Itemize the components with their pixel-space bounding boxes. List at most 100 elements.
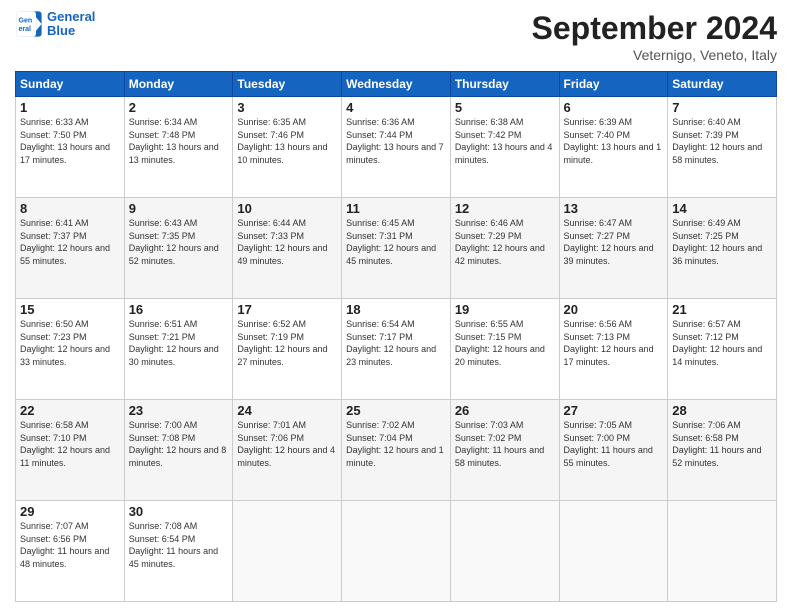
day-info: Sunrise: 6:51 AMSunset: 7:21 PMDaylight:… [129, 318, 229, 368]
day-number: 20 [564, 302, 664, 317]
calendar-cell: 24Sunrise: 7:01 AMSunset: 7:06 PMDayligh… [233, 400, 342, 501]
calendar-cell: 17Sunrise: 6:52 AMSunset: 7:19 PMDayligh… [233, 299, 342, 400]
day-info: Sunrise: 6:39 AMSunset: 7:40 PMDaylight:… [564, 116, 664, 166]
header-thursday: Thursday [450, 72, 559, 97]
calendar-cell [559, 501, 668, 602]
calendar-cell: 21Sunrise: 6:57 AMSunset: 7:12 PMDayligh… [668, 299, 777, 400]
day-info: Sunrise: 6:41 AMSunset: 7:37 PMDaylight:… [20, 217, 120, 267]
day-number: 19 [455, 302, 555, 317]
calendar-cell: 30Sunrise: 7:08 AMSunset: 6:54 PMDayligh… [124, 501, 233, 602]
day-info: Sunrise: 7:01 AMSunset: 7:06 PMDaylight:… [237, 419, 337, 469]
calendar-cell: 6Sunrise: 6:39 AMSunset: 7:40 PMDaylight… [559, 97, 668, 198]
day-number: 3 [237, 100, 337, 115]
calendar-cell: 7Sunrise: 6:40 AMSunset: 7:39 PMDaylight… [668, 97, 777, 198]
day-info: Sunrise: 7:05 AMSunset: 7:00 PMDaylight:… [564, 419, 664, 469]
day-info: Sunrise: 6:40 AMSunset: 7:39 PMDaylight:… [672, 116, 772, 166]
day-info: Sunrise: 7:07 AMSunset: 6:56 PMDaylight:… [20, 520, 120, 570]
calendar-cell [342, 501, 451, 602]
weekday-header-row: Sunday Monday Tuesday Wednesday Thursday… [16, 72, 777, 97]
day-number: 5 [455, 100, 555, 115]
day-number: 9 [129, 201, 229, 216]
calendar-cell: 16Sunrise: 6:51 AMSunset: 7:21 PMDayligh… [124, 299, 233, 400]
calendar-cell: 10Sunrise: 6:44 AMSunset: 7:33 PMDayligh… [233, 198, 342, 299]
calendar-week-row: 29Sunrise: 7:07 AMSunset: 6:56 PMDayligh… [16, 501, 777, 602]
calendar-cell: 11Sunrise: 6:45 AMSunset: 7:31 PMDayligh… [342, 198, 451, 299]
day-number: 27 [564, 403, 664, 418]
day-number: 1 [20, 100, 120, 115]
day-info: Sunrise: 6:36 AMSunset: 7:44 PMDaylight:… [346, 116, 446, 166]
day-info: Sunrise: 6:52 AMSunset: 7:19 PMDaylight:… [237, 318, 337, 368]
day-number: 25 [346, 403, 446, 418]
day-number: 24 [237, 403, 337, 418]
calendar-cell: 25Sunrise: 7:02 AMSunset: 7:04 PMDayligh… [342, 400, 451, 501]
calendar-cell: 3Sunrise: 6:35 AMSunset: 7:46 PMDaylight… [233, 97, 342, 198]
calendar-cell: 29Sunrise: 7:07 AMSunset: 6:56 PMDayligh… [16, 501, 125, 602]
day-number: 8 [20, 201, 120, 216]
header: Gen eral General Blue September 2024 Vet… [15, 10, 777, 63]
day-info: Sunrise: 7:02 AMSunset: 7:04 PMDaylight:… [346, 419, 446, 469]
day-info: Sunrise: 6:49 AMSunset: 7:25 PMDaylight:… [672, 217, 772, 267]
day-number: 21 [672, 302, 772, 317]
calendar-cell: 8Sunrise: 6:41 AMSunset: 7:37 PMDaylight… [16, 198, 125, 299]
header-tuesday: Tuesday [233, 72, 342, 97]
calendar-table: Sunday Monday Tuesday Wednesday Thursday… [15, 71, 777, 602]
day-info: Sunrise: 7:03 AMSunset: 7:02 PMDaylight:… [455, 419, 555, 469]
day-info: Sunrise: 7:08 AMSunset: 6:54 PMDaylight:… [129, 520, 229, 570]
calendar-week-row: 8Sunrise: 6:41 AMSunset: 7:37 PMDaylight… [16, 198, 777, 299]
calendar-week-row: 22Sunrise: 6:58 AMSunset: 7:10 PMDayligh… [16, 400, 777, 501]
calendar-cell: 15Sunrise: 6:50 AMSunset: 7:23 PMDayligh… [16, 299, 125, 400]
header-wednesday: Wednesday [342, 72, 451, 97]
day-number: 16 [129, 302, 229, 317]
day-number: 7 [672, 100, 772, 115]
month-title: September 2024 [532, 10, 777, 47]
day-info: Sunrise: 6:56 AMSunset: 7:13 PMDaylight:… [564, 318, 664, 368]
header-monday: Monday [124, 72, 233, 97]
calendar-cell [233, 501, 342, 602]
calendar-cell [450, 501, 559, 602]
calendar-cell: 19Sunrise: 6:55 AMSunset: 7:15 PMDayligh… [450, 299, 559, 400]
day-number: 30 [129, 504, 229, 519]
title-block: September 2024 Veternigo, Veneto, Italy [532, 10, 777, 63]
day-number: 22 [20, 403, 120, 418]
day-info: Sunrise: 7:06 AMSunset: 6:58 PMDaylight:… [672, 419, 772, 469]
day-info: Sunrise: 6:46 AMSunset: 7:29 PMDaylight:… [455, 217, 555, 267]
svg-text:eral: eral [19, 26, 32, 33]
calendar-week-row: 15Sunrise: 6:50 AMSunset: 7:23 PMDayligh… [16, 299, 777, 400]
day-number: 18 [346, 302, 446, 317]
day-info: Sunrise: 6:38 AMSunset: 7:42 PMDaylight:… [455, 116, 555, 166]
header-saturday: Saturday [668, 72, 777, 97]
day-number: 14 [672, 201, 772, 216]
day-number: 29 [20, 504, 120, 519]
day-info: Sunrise: 6:43 AMSunset: 7:35 PMDaylight:… [129, 217, 229, 267]
day-info: Sunrise: 6:57 AMSunset: 7:12 PMDaylight:… [672, 318, 772, 368]
location: Veternigo, Veneto, Italy [532, 47, 777, 63]
svg-text:Gen: Gen [19, 18, 33, 25]
calendar-cell: 20Sunrise: 6:56 AMSunset: 7:13 PMDayligh… [559, 299, 668, 400]
calendar-cell: 2Sunrise: 6:34 AMSunset: 7:48 PMDaylight… [124, 97, 233, 198]
day-number: 6 [564, 100, 664, 115]
calendar-cell: 13Sunrise: 6:47 AMSunset: 7:27 PMDayligh… [559, 198, 668, 299]
logo: Gen eral General Blue [15, 10, 95, 39]
day-info: Sunrise: 6:45 AMSunset: 7:31 PMDaylight:… [346, 217, 446, 267]
day-info: Sunrise: 6:58 AMSunset: 7:10 PMDaylight:… [20, 419, 120, 469]
day-number: 10 [237, 201, 337, 216]
day-number: 13 [564, 201, 664, 216]
day-number: 17 [237, 302, 337, 317]
day-number: 15 [20, 302, 120, 317]
header-sunday: Sunday [16, 72, 125, 97]
calendar-cell: 27Sunrise: 7:05 AMSunset: 7:00 PMDayligh… [559, 400, 668, 501]
day-info: Sunrise: 7:00 AMSunset: 7:08 PMDaylight:… [129, 419, 229, 469]
calendar-cell: 18Sunrise: 6:54 AMSunset: 7:17 PMDayligh… [342, 299, 451, 400]
day-info: Sunrise: 6:44 AMSunset: 7:33 PMDaylight:… [237, 217, 337, 267]
day-number: 4 [346, 100, 446, 115]
calendar: Sunday Monday Tuesday Wednesday Thursday… [15, 71, 777, 602]
calendar-cell: 26Sunrise: 7:03 AMSunset: 7:02 PMDayligh… [450, 400, 559, 501]
calendar-cell: 9Sunrise: 6:43 AMSunset: 7:35 PMDaylight… [124, 198, 233, 299]
day-number: 11 [346, 201, 446, 216]
calendar-cell: 12Sunrise: 6:46 AMSunset: 7:29 PMDayligh… [450, 198, 559, 299]
day-number: 12 [455, 201, 555, 216]
day-info: Sunrise: 6:33 AMSunset: 7:50 PMDaylight:… [20, 116, 120, 166]
day-number: 26 [455, 403, 555, 418]
calendar-week-row: 1Sunrise: 6:33 AMSunset: 7:50 PMDaylight… [16, 97, 777, 198]
day-number: 23 [129, 403, 229, 418]
